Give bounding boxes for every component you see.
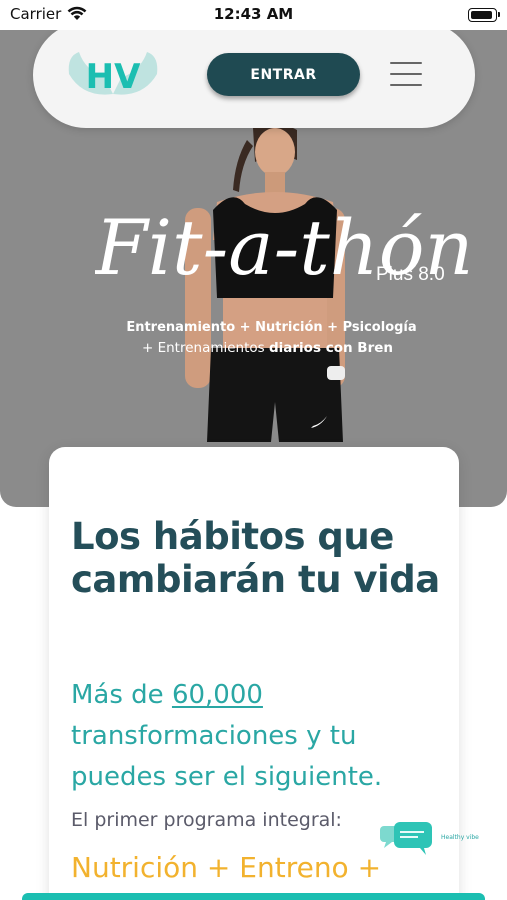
carousel-dot[interactable]	[214, 451, 225, 462]
hero-plus-label: Plus 8.0	[376, 264, 445, 285]
status-bar: Carrier 12:43 AM	[0, 0, 507, 30]
transformations-count[interactable]: 60,000	[172, 680, 263, 710]
chat-label: Healthy vibe	[441, 834, 479, 841]
hero-subtitle: Entrenamiento + Nutrición + Psicología	[126, 320, 417, 335]
carousel-dot[interactable]	[260, 451, 271, 462]
hv-logo[interactable]: HV	[65, 48, 161, 100]
carousel-indicator	[214, 451, 294, 462]
top-navigation: HV ENTRAR	[33, 22, 475, 128]
status-time: 12:43 AM	[213, 5, 294, 23]
bottom-action-bar[interactable]	[22, 893, 485, 900]
carousel-dot[interactable]	[237, 451, 248, 462]
battery-icon	[468, 8, 500, 22]
card-description: El primer programa integral:	[71, 809, 342, 831]
card-subtitle: Más de 60,000 transformaciones y tu pued…	[71, 680, 383, 792]
carousel-dot[interactable]	[283, 451, 294, 462]
hero-subtitle-secondary: + Entrenamientos diarios con Bren	[141, 340, 393, 356]
enter-button[interactable]: ENTRAR	[207, 53, 360, 96]
card-title: Los hábitos que cambiarán tu vida	[71, 515, 440, 601]
card-program-line: Nutrición + Entreno +	[71, 851, 382, 884]
hamburger-icon[interactable]	[390, 60, 422, 88]
svg-text:HV: HV	[86, 57, 141, 97]
